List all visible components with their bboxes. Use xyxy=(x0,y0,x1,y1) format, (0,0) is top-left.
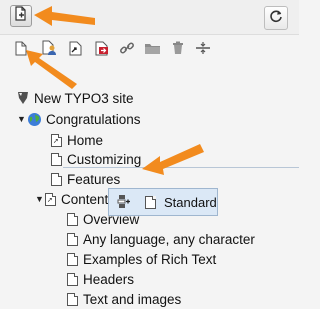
tree-item-headers[interactable]: Headers xyxy=(67,269,134,289)
trash-icon[interactable] xyxy=(169,39,187,57)
tree-item-content[interactable]: ▼ ➚ Content xyxy=(35,189,108,209)
refresh-icon xyxy=(269,9,283,28)
drag-insert-icon xyxy=(117,194,131,210)
tree-item-customizing[interactable]: Customizing xyxy=(51,149,141,169)
tree-item-label: Congratulations xyxy=(46,111,141,127)
shortcut-page-icon: ➚ xyxy=(51,133,62,147)
site-label: New TYPO3 site xyxy=(34,90,134,106)
page-icon xyxy=(67,232,78,246)
page-icon[interactable] xyxy=(12,39,30,57)
globe-icon xyxy=(27,112,42,127)
tree-item-any-language[interactable]: Any language, any character xyxy=(67,229,255,249)
tree-item-home[interactable]: ➚ Home xyxy=(51,130,103,150)
typo3-logo-icon xyxy=(16,91,30,105)
page-icon xyxy=(67,212,78,226)
popup-label: Standard xyxy=(164,194,217,210)
doktype-toolbar xyxy=(0,34,299,63)
collapse-caret-icon[interactable]: ▼ xyxy=(17,114,27,124)
tree-item-label: Examples of Rich Text xyxy=(83,251,217,267)
page-icon xyxy=(67,252,78,266)
tree-item-label: Content xyxy=(61,191,109,207)
new-page-icon xyxy=(14,6,28,26)
tree-item-features[interactable]: Features xyxy=(51,169,120,189)
tree-item-label: Features xyxy=(67,171,121,187)
link-icon[interactable] xyxy=(118,39,136,57)
shortcut-page-icon[interactable] xyxy=(67,39,85,57)
page-icon xyxy=(51,172,62,186)
refresh-button[interactable] xyxy=(264,6,288,30)
drag-preview-popup: Standard xyxy=(108,188,218,216)
tree-site-root[interactable]: New TYPO3 site xyxy=(16,88,134,108)
collapse-caret-icon[interactable]: ▼ xyxy=(35,194,45,204)
tree-item-label: Text and images xyxy=(83,291,182,307)
page-icon xyxy=(67,272,78,286)
tree-item-label: Home xyxy=(67,132,104,148)
new-page-button[interactable] xyxy=(10,5,32,27)
user-page-icon[interactable] xyxy=(41,39,59,57)
tree-item-label: Customizing xyxy=(67,151,142,167)
folder-icon[interactable] xyxy=(143,39,161,57)
drop-indicator-line xyxy=(63,167,299,168)
divider-icon[interactable] xyxy=(194,39,212,57)
tree-item-text-images[interactable]: Text and images xyxy=(67,289,181,309)
page-icon xyxy=(51,152,62,166)
tree-item-label: Any language, any character xyxy=(83,231,255,247)
tree-item-rich-text[interactable]: Examples of Rich Text xyxy=(67,249,216,269)
page-icon xyxy=(67,292,78,306)
external-link-icon[interactable] xyxy=(93,39,111,57)
tree-item-label: Headers xyxy=(83,271,135,287)
tree-item-congratulations[interactable]: ▼ Congratulations xyxy=(17,109,141,129)
page-icon xyxy=(145,195,156,209)
shortcut-page-icon: ➚ xyxy=(45,192,56,206)
toolbar xyxy=(0,0,299,34)
